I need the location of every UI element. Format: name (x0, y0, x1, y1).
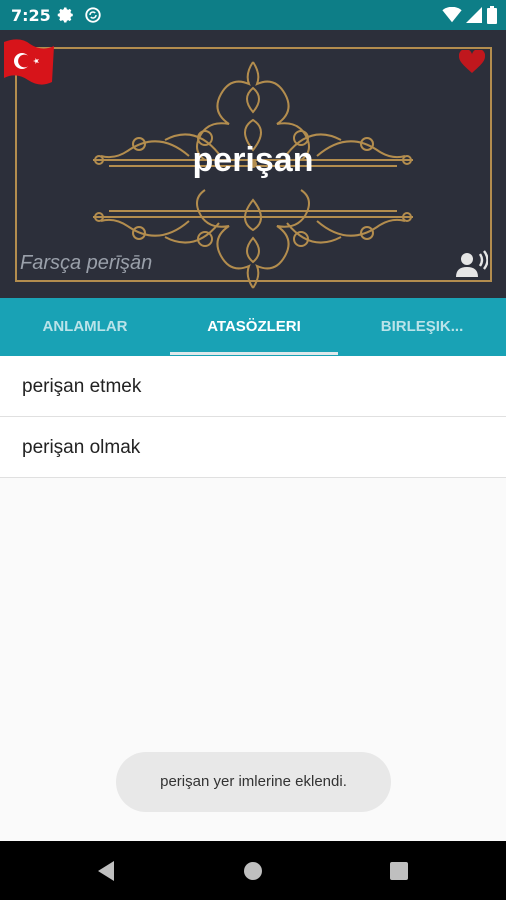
tab-birlesik[interactable]: BIRLEŞIK... (338, 298, 506, 356)
battery-icon (487, 6, 497, 24)
turkish-flag-icon[interactable] (0, 36, 56, 90)
list-item[interactable]: perişan olmak (0, 417, 506, 478)
tab-indicator (170, 352, 338, 355)
status-time: 7:25 (11, 6, 51, 25)
list-item[interactable]: perişan etmek (0, 356, 506, 417)
speaker-icon[interactable] (456, 250, 488, 278)
signal-icon (466, 7, 482, 23)
sync-icon (85, 7, 101, 23)
word-header: perişan Farsça perīşān (0, 30, 506, 298)
heart-icon[interactable] (459, 50, 485, 74)
tab-anlamlar[interactable]: ANLAMLAR (0, 298, 170, 356)
wifi-icon (442, 7, 462, 23)
navigation-bar (0, 841, 506, 900)
recent-apps-icon[interactable] (389, 861, 409, 881)
back-icon[interactable] (96, 860, 116, 882)
tab-atasozleri[interactable]: ATASÖZLERI (170, 298, 338, 356)
home-icon[interactable] (243, 861, 263, 881)
proverb-list: perişan etmek perişan olmak (0, 356, 506, 478)
status-bar: 7:25 (0, 0, 506, 30)
tab-bar: ANLAMLAR ATASÖZLERI BIRLEŞIK... (0, 298, 506, 356)
toast-message: perişan yer imlerine eklendi. (116, 752, 391, 812)
word-origin: Farsça perīşān (20, 252, 153, 274)
gear-icon (57, 7, 73, 23)
word-title: perişan (192, 141, 314, 179)
